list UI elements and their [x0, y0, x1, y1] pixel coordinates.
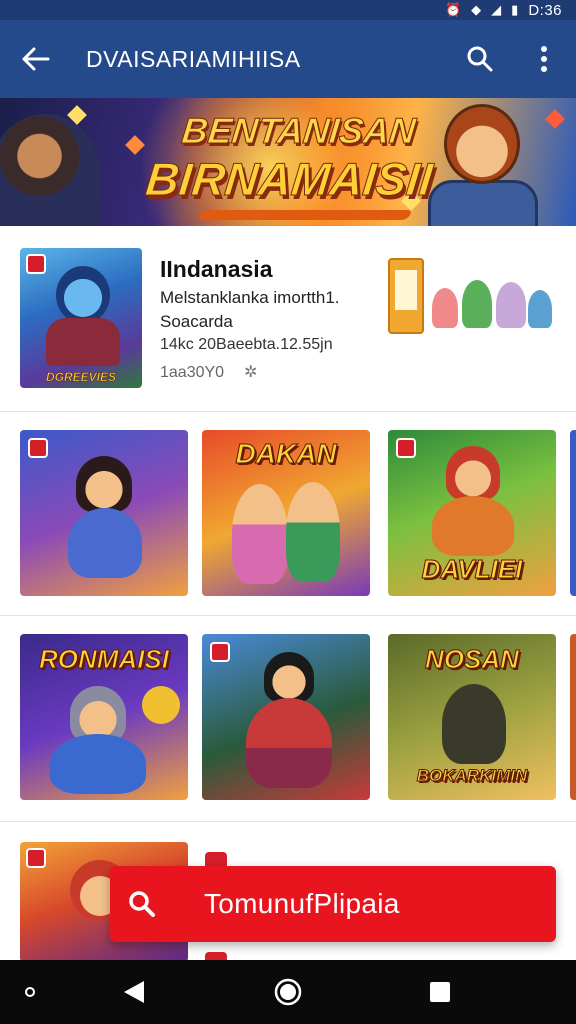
back-button[interactable] — [0, 20, 72, 98]
character-body — [246, 698, 332, 788]
character-head — [444, 104, 520, 184]
home-circle-icon[interactable] — [258, 960, 318, 1024]
featured-subtitle: Melstanklanka imortth1. — [160, 288, 340, 307]
app-badge-icon — [26, 254, 46, 274]
banner-title-line2: BIRNAMAISII — [143, 153, 436, 206]
tile-label: RONMAISI — [39, 644, 170, 675]
app-tile-partial[interactable] — [570, 634, 576, 800]
featured-art — [388, 258, 558, 334]
thumbnail-label: DGREEVIES — [45, 370, 117, 385]
mini-character — [528, 290, 552, 328]
character-figure — [232, 484, 288, 584]
mini-character — [496, 282, 526, 328]
more-vert-icon — [541, 46, 547, 72]
character-figure — [286, 482, 340, 582]
alarm-icon: ⏰ — [444, 2, 462, 17]
character-head — [56, 266, 110, 324]
battery-icon: ▮ — [511, 2, 519, 17]
featured-meta: 14kc 20Baeebta.12.55jn — [160, 336, 333, 353]
recents-square-icon[interactable] — [410, 960, 470, 1024]
app-bar: DVAISARIAMIHIISA — [0, 20, 576, 98]
character-head — [264, 652, 314, 702]
character-body — [432, 496, 514, 556]
featured-subtitle-2: Soacarda — [160, 312, 233, 331]
banner-title-line1: BENTANISAN — [179, 110, 418, 152]
featured-thumbnail[interactable]: DGREEVIES — [20, 248, 142, 388]
search-icon — [110, 866, 174, 942]
app-badge-icon — [28, 438, 48, 458]
snackbar-label: TomunufPlipaia — [204, 888, 400, 919]
star-icon: ✲ — [244, 364, 258, 381]
app-tile[interactable] — [20, 430, 188, 596]
phone-icon — [388, 258, 424, 334]
character-head — [446, 446, 500, 500]
character-body — [68, 508, 142, 578]
system-nav-bar — [0, 960, 576, 1024]
app-tile[interactable]: RONMAISI — [20, 634, 188, 800]
app-tile[interactable]: NOSAN BOKARKIMIN — [388, 634, 556, 800]
featured-count: 1aa30Y0 — [160, 364, 225, 381]
app-badge-icon — [26, 848, 46, 868]
search-icon — [467, 46, 493, 72]
tile-label: NOSAN — [425, 644, 520, 675]
more-options-button[interactable] — [512, 20, 576, 98]
banner-swoosh — [197, 210, 413, 220]
character-body — [50, 734, 146, 794]
banner-character-right — [418, 102, 558, 226]
app-tile[interactable]: DAVLIEI — [388, 430, 556, 596]
search-snackbar[interactable]: TomunufPlipaia — [110, 866, 556, 942]
phone-screen — [395, 270, 417, 310]
search-button[interactable] — [448, 20, 512, 98]
tile-sublabel: BOKARKIMIN — [416, 766, 528, 786]
character-head — [76, 456, 132, 512]
character-figure — [442, 684, 506, 764]
app-badge-icon — [210, 642, 230, 662]
promo-banner[interactable]: BENTANISAN BIRNAMAISII — [0, 98, 576, 226]
mini-character — [432, 288, 458, 328]
featured-app-card[interactable]: DGREEVIES IIndanasia Melstanklanka imort… — [0, 226, 576, 412]
wifi-icon: ◆ — [471, 2, 482, 17]
mini-character — [462, 280, 492, 328]
back-triangle-icon[interactable] — [104, 960, 164, 1024]
featured-title: IIndanasia — [160, 256, 273, 282]
banner-character-left — [0, 114, 100, 226]
status-time: D:36 — [528, 1, 562, 19]
screen: ⏰ ◆ ◢ ▮ D:36 DVAISARIAMIHIISA BENTANISAN… — [0, 0, 576, 1024]
signal-icon: ◢ — [491, 2, 502, 17]
coin-icon — [142, 686, 180, 724]
dot-icon — [18, 960, 42, 1024]
tile-label: DAVLIEI — [421, 554, 523, 585]
app-tile[interactable] — [202, 634, 370, 800]
app-grid-row-1: DAKAN DAVLIEI — [0, 412, 576, 616]
app-tile[interactable]: DAKAN — [202, 430, 370, 596]
character-body — [46, 318, 120, 366]
arrow-left-icon — [22, 47, 50, 71]
app-badge-icon — [396, 438, 416, 458]
app-tile-partial[interactable] — [570, 430, 576, 596]
page-title: DVAISARIAMIHIISA — [86, 45, 301, 72]
character-body — [428, 180, 538, 226]
tile-label: DAKAN — [235, 438, 337, 470]
app-grid-row-2: RONMAISI NOSAN BOKARKIMIN — [0, 616, 576, 822]
status-bar: ⏰ ◆ ◢ ▮ D:36 — [0, 0, 576, 20]
